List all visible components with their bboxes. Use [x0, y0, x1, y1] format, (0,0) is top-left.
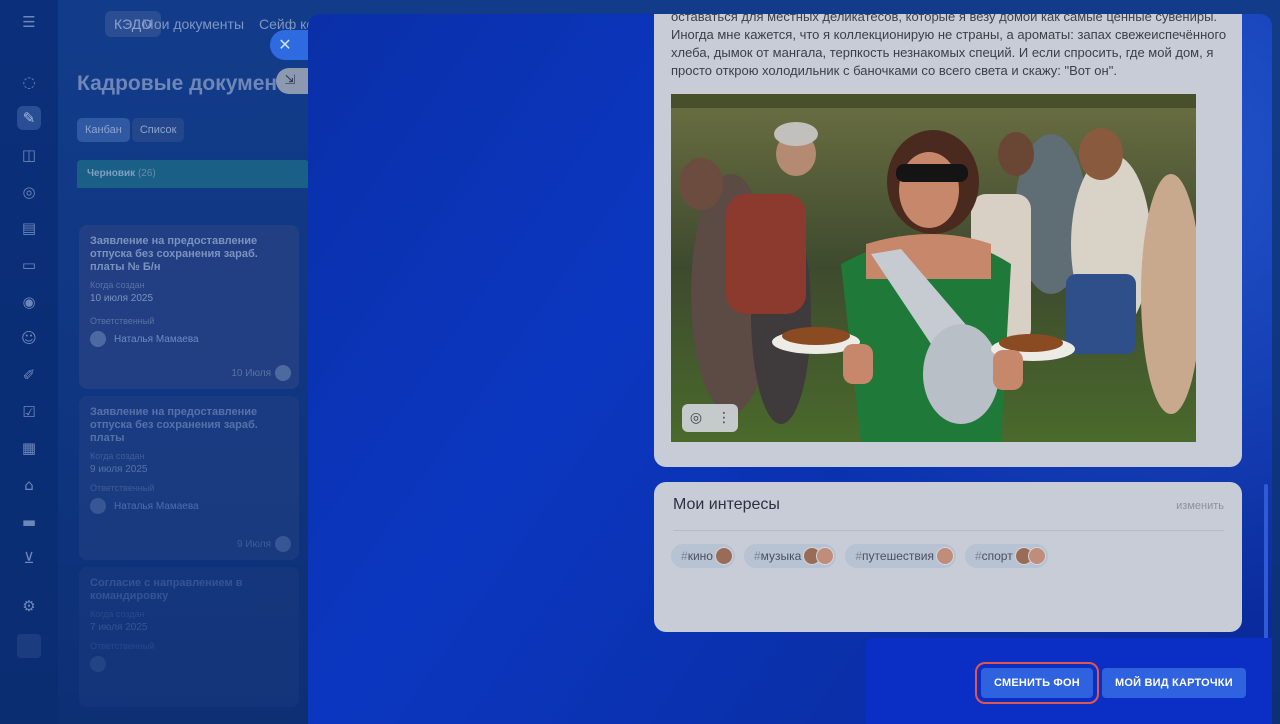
- owner: Наталья Мамаева: [90, 498, 288, 514]
- created-date: 10 июля 2025: [90, 293, 154, 304]
- kanban-card[interactable]: Заявление на предоставление отпуска без …: [79, 225, 299, 389]
- post-photo[interactable]: ◎ ⋮: [671, 94, 1196, 442]
- settings-icon[interactable]: ⚙: [17, 594, 41, 618]
- footer-date: 9 Июля: [236, 538, 271, 550]
- avatar: [90, 331, 106, 347]
- my-card-view-button[interactable]: МОЙ ВИД КАРТОЧКИ: [1102, 668, 1246, 698]
- kanban-column-draft: Черновик (26) Заявление на предоставлени…: [77, 160, 309, 707]
- documents-icon[interactable]: ✎: [17, 106, 41, 130]
- created-label: Когда создан: [90, 609, 145, 619]
- column-count: (26): [137, 168, 156, 179]
- feed-icon[interactable]: ◎: [17, 180, 41, 204]
- interests-edit-link[interactable]: изменить: [1176, 500, 1224, 512]
- avatar: [1027, 547, 1046, 565]
- kanban-card[interactable]: Согласие с направлением в командировку К…: [79, 567, 299, 707]
- post-card: оставаться для местных деликатесов, кото…: [654, 14, 1242, 467]
- owner: Наталья Мамаева: [90, 331, 288, 347]
- created-date: 9 июля 2025: [90, 464, 148, 475]
- sign-icon[interactable]: ✐: [17, 363, 41, 387]
- owner-name[interactable]: Наталья Мамаева: [114, 334, 199, 345]
- post-text: оставаться для местных деликатесов, кото…: [671, 14, 1227, 78]
- interests-card: Мои интересы изменить #кино #музыка #пут…: [654, 482, 1242, 632]
- close-icon[interactable]: ✕: [270, 30, 310, 60]
- avatar: [816, 547, 835, 565]
- target-icon[interactable]: ◉: [17, 290, 41, 314]
- divider: [673, 530, 1224, 531]
- apps-icon[interactable]: [17, 634, 41, 658]
- card-title: Согласие с направлением в командировку: [90, 577, 243, 602]
- menu-icon[interactable]: ☰: [17, 10, 41, 34]
- interest-tag[interactable]: #музыка: [743, 544, 837, 568]
- tag-label: путешествия: [862, 549, 934, 563]
- hash-icon: #: [681, 549, 688, 563]
- card-title: Заявление на предоставление отпуска без …: [90, 406, 258, 444]
- page-title: Кадровые докумен: [77, 72, 278, 95]
- interest-tags: #кино #музыка #путешествия #спорт: [671, 544, 1057, 568]
- checklist-icon[interactable]: ☑: [17, 400, 41, 424]
- avatar: [714, 547, 733, 565]
- tag-label: кино: [687, 549, 713, 563]
- kanban-card[interactable]: Заявление на предоставление отпуска без …: [79, 396, 299, 560]
- hash-icon: #: [974, 549, 982, 563]
- created-label: Когда создан: [90, 451, 145, 461]
- avatar: [935, 547, 954, 565]
- created-label: Когда создан: [90, 280, 145, 290]
- camera-icon[interactable]: ◎: [682, 404, 710, 432]
- avatar: [275, 365, 291, 381]
- festival-photo: [671, 94, 1196, 442]
- owner: [90, 656, 288, 672]
- column-header: Черновик (26): [77, 160, 309, 188]
- card-title: Заявление на предоставление отпуска без …: [90, 235, 258, 273]
- hash-icon: #: [753, 549, 761, 563]
- mail-icon[interactable]: ▭: [17, 253, 41, 277]
- cart-icon[interactable]: ⊻: [17, 546, 41, 570]
- bottom-action-bar: СМЕНИТЬ ФОН МОЙ ВИД КАРТОЧКИ: [866, 638, 1272, 724]
- left-icon-rail: ☰ ◌ ✎ ◫ ◎ ▤ ▭ ◉ ☺ ✐ ☑ ▦ ⌂ ▬ ⊻ ⚙: [0, 0, 58, 724]
- avatar: [275, 536, 291, 552]
- owner-label: Ответственный: [90, 641, 155, 651]
- owner-label: Ответственный: [90, 316, 155, 326]
- avatar: [90, 656, 106, 672]
- more-icon[interactable]: ⋮: [710, 404, 738, 432]
- view-switch: Канбан Список: [77, 118, 186, 142]
- footer-date: 10 Июля: [231, 367, 271, 379]
- view-list-button[interactable]: Список: [131, 118, 185, 142]
- change-background-button[interactable]: СМЕНИТЬ ФОН: [975, 662, 1099, 704]
- card-footer: 10 Июля: [231, 365, 291, 381]
- tag-label: музыка: [760, 549, 802, 563]
- tag-label: спорт: [981, 549, 1013, 563]
- interest-tag[interactable]: #кино: [671, 544, 735, 568]
- card-icon[interactable]: ▬: [17, 510, 41, 534]
- pulse-icon[interactable]: ◌: [17, 70, 41, 94]
- view-kanban-button[interactable]: Канбан: [77, 118, 130, 142]
- avatar: [90, 498, 106, 514]
- tab-my-documents[interactable]: Мои документы: [142, 11, 244, 37]
- card-footer: 9 Июля: [237, 536, 291, 552]
- photo-actions: ◎ ⋮: [682, 404, 738, 432]
- store-icon[interactable]: ⌂: [17, 473, 41, 497]
- calendar-icon[interactable]: ▦: [17, 436, 41, 460]
- owner-label: Ответственный: [90, 483, 155, 493]
- column-title: Черновик: [87, 168, 136, 179]
- owner-name[interactable]: Наталья Мамаева: [114, 501, 199, 512]
- profile-slider-panel: оставаться для местных деликатесов, кото…: [308, 14, 1272, 724]
- tasks-icon[interactable]: ▤: [17, 216, 41, 240]
- chat-icon[interactable]: ◫: [17, 143, 41, 167]
- created-date: 7 июля 2025: [90, 622, 148, 633]
- interest-tag[interactable]: #путешествия: [845, 544, 956, 568]
- collapse-icon[interactable]: ⇲: [276, 68, 310, 94]
- interest-tag[interactable]: #спорт: [964, 544, 1048, 568]
- interests-title: Мои интересы: [673, 496, 780, 513]
- contacts-icon[interactable]: ☺: [17, 326, 41, 350]
